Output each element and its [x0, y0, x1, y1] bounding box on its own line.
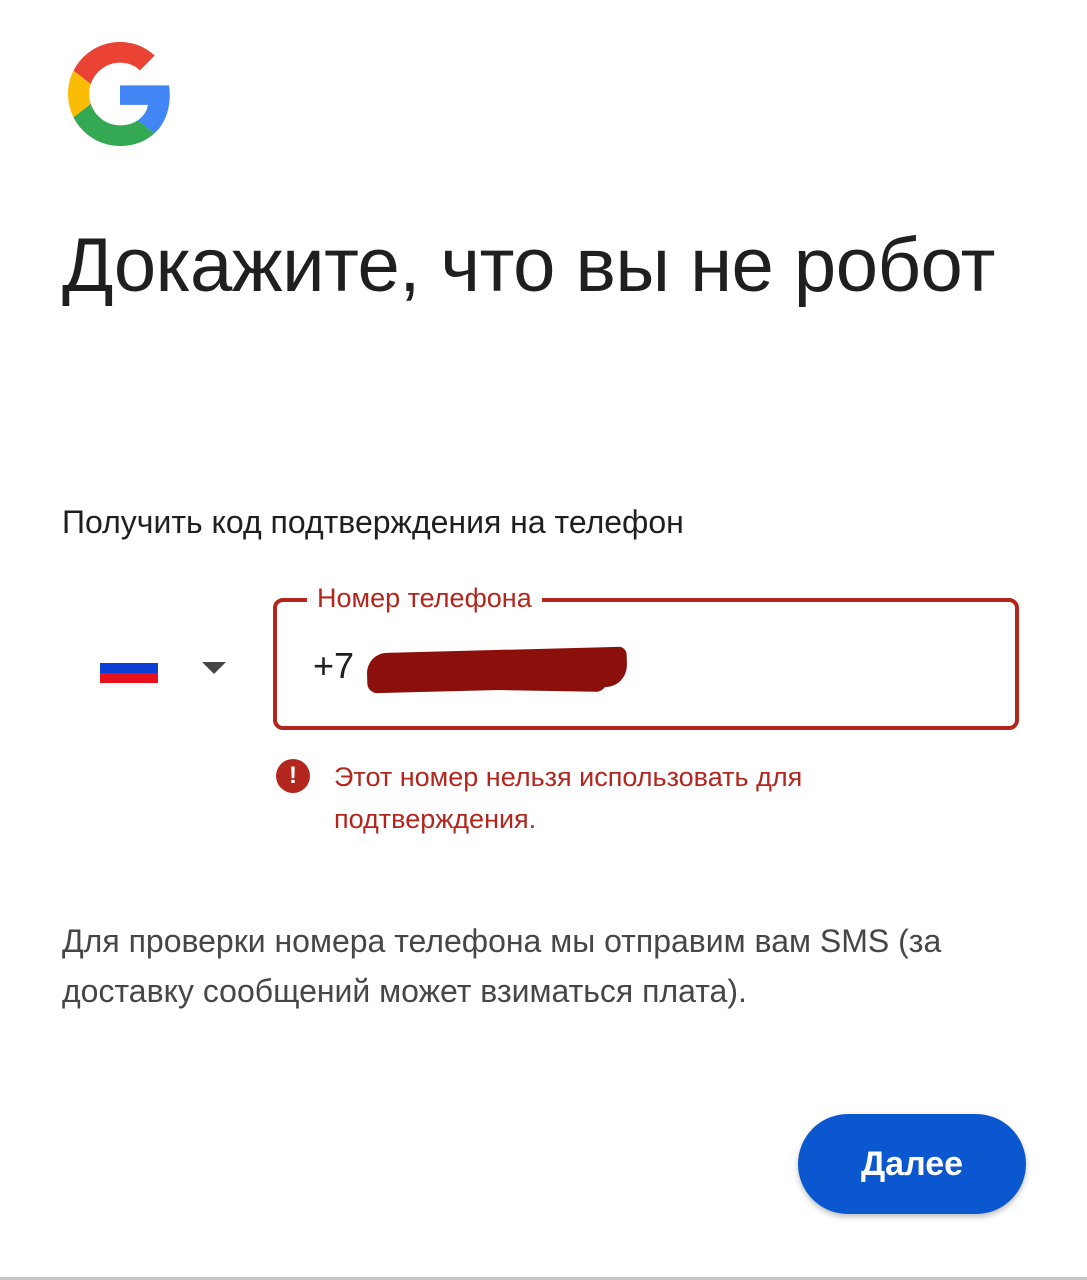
redaction-mark [386, 666, 608, 692]
phone-number-field[interactable]: Номер телефона [273, 580, 1019, 730]
russia-flag-icon [100, 653, 158, 683]
sms-info-text: Для проверки номера телефона мы отправим… [62, 923, 942, 1009]
verification-subtitle: Получить код подтверждения на телефон [62, 504, 684, 540]
error-message: Этот номер нельзя использовать для подтв… [334, 762, 803, 834]
page-title: Докажите, что вы не робот [62, 223, 995, 308]
country-code-selector[interactable] [86, 628, 246, 708]
next-button[interactable]: Далее [798, 1114, 1026, 1214]
error-icon: ! [276, 759, 310, 793]
error-message-row: ! Этот номер нельзя использовать для под… [276, 756, 1016, 840]
caret-down-icon [202, 662, 226, 674]
google-g-logo-icon [68, 42, 170, 146]
phone-field-label: Номер телефона [307, 580, 542, 616]
